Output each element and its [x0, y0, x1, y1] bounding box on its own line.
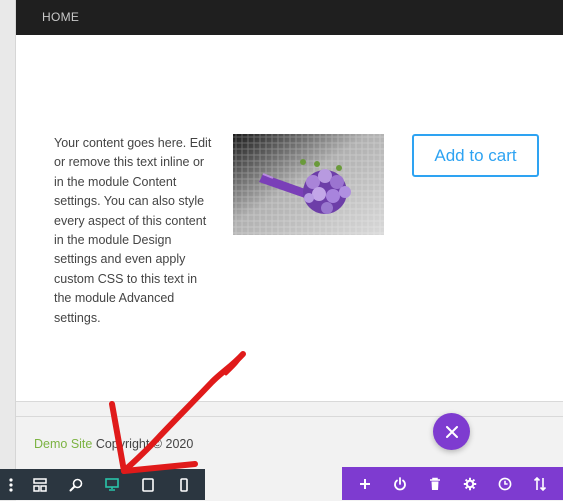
- add-module-button[interactable]: [353, 472, 377, 496]
- footer-brand-link[interactable]: Demo Site: [34, 437, 92, 451]
- tablet-view-button[interactable]: [130, 469, 166, 500]
- tablet-icon: [142, 477, 154, 492]
- builder-page-toolbar: [342, 467, 563, 500]
- page-canvas: HOME Your content goes here. Edit or rem…: [16, 0, 563, 501]
- zoom-icon: [69, 478, 83, 491]
- sort-icon: [533, 476, 546, 491]
- add-icon: [360, 478, 371, 489]
- page-settings-button[interactable]: [458, 472, 482, 496]
- layout-icon: [33, 477, 47, 492]
- wireframe-view-button[interactable]: [22, 469, 58, 500]
- builder-left-rail: [0, 0, 16, 500]
- desktop-view-button[interactable]: [94, 469, 130, 500]
- phone-view-button[interactable]: [166, 469, 202, 500]
- history-icon: [498, 477, 512, 490]
- history-button[interactable]: [493, 472, 517, 496]
- footer-credits: Demo Site Copyright © 2020: [34, 437, 193, 451]
- nav-home-link[interactable]: HOME: [42, 10, 79, 24]
- builder-view-toolbar: [0, 469, 205, 500]
- more-options-button[interactable]: [0, 469, 22, 500]
- more-icon: [9, 477, 13, 492]
- add-to-cart-button[interactable]: Add to cart: [412, 134, 539, 177]
- content-text-module[interactable]: Your content goes here. Edit or remove t…: [54, 134, 214, 328]
- responsive-sort-button[interactable]: [528, 472, 552, 496]
- footer-divider: [16, 416, 563, 417]
- gear-icon: [463, 477, 477, 490]
- zoom-view-button[interactable]: [58, 469, 94, 500]
- footer-copyright: Copyright © 2020: [92, 437, 194, 451]
- flower-bouquet-image: [233, 134, 384, 235]
- phone-icon: [180, 477, 188, 492]
- portability-button[interactable]: [388, 472, 412, 496]
- desktop-icon: [105, 478, 119, 491]
- power-icon: [394, 476, 407, 490]
- trash-icon: [430, 477, 441, 490]
- close-settings-button[interactable]: [433, 413, 470, 450]
- clear-layout-button[interactable]: [423, 472, 447, 496]
- close-icon: [445, 425, 458, 438]
- top-navigation: HOME: [16, 0, 563, 35]
